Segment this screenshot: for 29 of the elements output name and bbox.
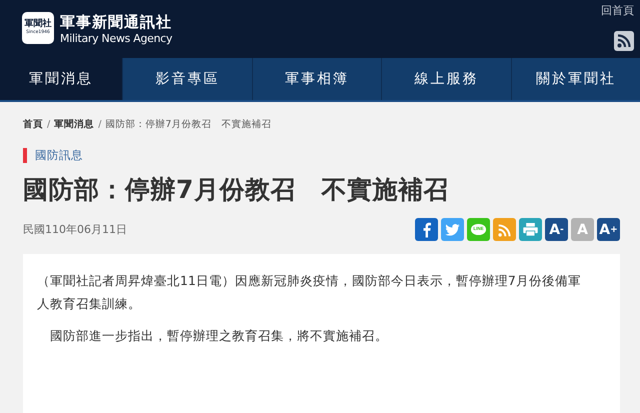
print-button[interactable] bbox=[519, 218, 542, 241]
breadcrumb-current: 國防部：停辦7月份教召 不實施補召 bbox=[105, 118, 272, 131]
font-size-button[interactable]: A$^{+}$ bbox=[597, 218, 620, 241]
nav-tab[interactable]: 影音專區 bbox=[122, 58, 252, 100]
article-title: 國防部：停辦7月份教召 不實施補召 bbox=[23, 174, 450, 206]
site-name-english: Military News Agency bbox=[60, 32, 172, 45]
rss-button[interactable] bbox=[493, 218, 516, 241]
breadcrumb-separator: / bbox=[98, 119, 102, 130]
article-paragraph: （軍聞社記者周昇煒臺北11日電）因應新冠肺炎疫情，國防部今日表示，暫停辦理7月份後備軍人教育召集訓練。 bbox=[37, 272, 582, 312]
nav-tab[interactable]: 關於軍聞社 bbox=[510, 58, 640, 100]
bird-icon bbox=[445, 224, 460, 236]
nav-tab[interactable]: 軍事相簿 bbox=[252, 58, 381, 100]
site-name: 軍事新聞通訊社 bbox=[60, 13, 172, 32]
twitter-button[interactable] bbox=[441, 218, 464, 241]
breadcrumb-link[interactable]: 軍聞消息 bbox=[54, 118, 94, 131]
printer-icon bbox=[523, 223, 538, 236]
home-link[interactable]: 回首頁 bbox=[601, 3, 634, 18]
facebook-button[interactable] bbox=[415, 218, 438, 241]
rss-icon[interactable] bbox=[614, 31, 634, 51]
breadcrumb-link[interactable]: 首頁 bbox=[23, 118, 43, 131]
breadcrumb-separator: / bbox=[47, 119, 50, 130]
nav-tab[interactable]: 線上服務 bbox=[381, 58, 510, 100]
category-link[interactable]: 國防訊息 bbox=[35, 148, 83, 163]
category-marker bbox=[23, 148, 27, 163]
font-size-button[interactable]: A$^{-}$ bbox=[545, 218, 568, 241]
facebook-icon bbox=[422, 222, 431, 238]
publish-date: 民國110年06月11日 bbox=[23, 222, 127, 237]
article-paragraph: 國防部進一步指出，暫停辦理之教育召集，將不實施補召。 bbox=[49, 327, 389, 345]
rss-icon bbox=[498, 222, 512, 236]
